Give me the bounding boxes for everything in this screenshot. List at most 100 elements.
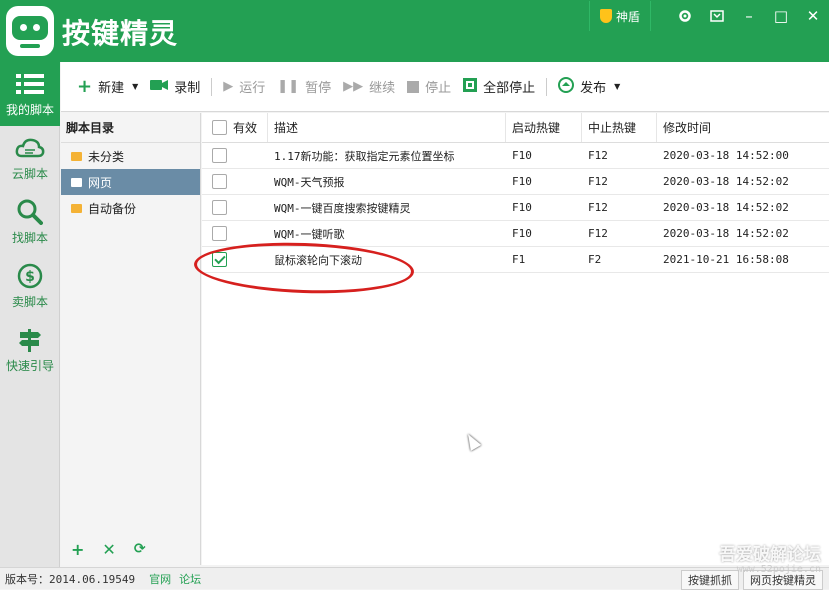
- stop-hotkey-cell: F2: [588, 253, 602, 266]
- shield-button[interactable]: 神盾: [588, 1, 651, 31]
- valid-checkbox[interactable]: [212, 200, 227, 215]
- tab-key-capture[interactable]: 按键抓抓: [681, 570, 739, 590]
- refresh-icon[interactable]: ⟳: [134, 541, 146, 557]
- shield-label: 神盾: [615, 9, 640, 24]
- start-hotkey-cell: F10: [512, 175, 532, 188]
- start-hotkey-cell: F10: [512, 201, 532, 214]
- chevron-down-icon: ▼: [614, 82, 621, 91]
- title-bar: 按键精灵 神盾 – □ ✕: [0, 0, 829, 62]
- nav-quick-guide[interactable]: 快速引导: [0, 318, 60, 382]
- valid-cell: [202, 221, 268, 246]
- stop-button[interactable]: 停止: [401, 72, 457, 102]
- nav-find-scripts[interactable]: 找脚本: [0, 190, 60, 254]
- folder-item[interactable]: 网页: [61, 169, 200, 195]
- list-icon: [15, 71, 45, 97]
- pause-button[interactable]: ❚❚ 暂停: [271, 72, 337, 102]
- column-valid[interactable]: 有效: [202, 113, 268, 142]
- fast-forward-icon: ▶▶: [343, 79, 364, 94]
- table-row[interactable]: 鼠标滚轮向下滚动 F1 F2 2021-10-21 16:58:08: [202, 247, 829, 273]
- valid-checkbox[interactable]: [212, 226, 227, 241]
- stop-all-label: 全部停止: [483, 81, 536, 96]
- table-row[interactable]: 1.17新功能：获取指定元素位置坐标 F10 F12 2020-03-18 14…: [202, 143, 829, 169]
- folder-icon: [71, 203, 82, 213]
- delete-folder-icon[interactable]: ✕: [102, 540, 115, 559]
- minimize-button[interactable]: –: [733, 1, 765, 31]
- toolbar-divider: [546, 77, 548, 96]
- valid-checkbox[interactable]: [212, 174, 227, 189]
- toolbar: + 新建 ▼ 录制 ▶ 运行 ❚❚ 暂停 ▶▶ 继续 停止 全部停止 发布 ▼: [61, 62, 829, 112]
- window-controls: 神盾 – □ ✕: [588, 0, 829, 32]
- column-stop-hotkey[interactable]: 中止热键: [582, 113, 657, 142]
- valid-cell: [202, 169, 268, 194]
- stop-icon: [407, 80, 420, 93]
- plus-icon: +: [77, 76, 93, 97]
- table-row[interactable]: WQM-一键百度搜索按键精灵 F10 F12 2020-03-18 14:52:…: [202, 195, 829, 221]
- shield-icon: [599, 9, 612, 23]
- record-button[interactable]: 录制: [144, 72, 206, 102]
- continue-button[interactable]: ▶▶ 继续: [337, 72, 401, 102]
- valid-checkbox[interactable]: [212, 148, 227, 163]
- time-cell: 2020-03-18 14:52:02: [663, 175, 789, 188]
- valid-checkbox[interactable]: [212, 252, 227, 267]
- script-list: 有效 描述 启动热键 中止热键 修改时间 1.17新功能：获取指定元素位置坐标 …: [202, 113, 829, 565]
- svg-text:$: $: [25, 269, 35, 285]
- table-row[interactable]: WQM-天气预报 F10 F12 2020-03-18 14:52:02: [202, 169, 829, 195]
- folder-item[interactable]: 自动备份: [61, 195, 200, 221]
- stop-hotkey-cell: F12: [588, 201, 608, 214]
- table-header: 有效 描述 启动热键 中止热键 修改时间: [202, 113, 829, 143]
- nav-label: 卖脚本: [11, 294, 48, 309]
- folder-icon: [71, 177, 82, 187]
- run-button[interactable]: ▶ 运行: [217, 72, 271, 102]
- script-directory: 脚本目录 未分类 网页 自动备份 + ✕ ⟳: [61, 113, 201, 565]
- start-hotkey-cell: F10: [512, 227, 532, 240]
- valid-cell: [202, 247, 268, 272]
- stop-all-icon: [463, 77, 478, 96]
- forum-link[interactable]: 论坛: [179, 571, 201, 587]
- column-desc[interactable]: 描述: [268, 113, 506, 142]
- nav-sell-scripts[interactable]: $ 卖脚本: [0, 254, 60, 318]
- folder-icon: [71, 151, 82, 161]
- folder-item[interactable]: 未分类: [61, 143, 200, 169]
- maximize-button[interactable]: □: [765, 1, 797, 31]
- toolbar-divider: [211, 77, 213, 96]
- table-row[interactable]: WQM-一键听歌 F10 F12 2020-03-18 14:52:02: [202, 221, 829, 247]
- chevron-down-icon: ▼: [132, 82, 139, 91]
- upload-icon: [558, 76, 575, 97]
- nav-label: 快速引导: [5, 358, 54, 373]
- close-button[interactable]: ✕: [797, 1, 829, 31]
- time-cell: 2021-10-21 16:58:08: [663, 253, 789, 266]
- skin-icon[interactable]: [701, 1, 733, 31]
- left-nav: 我的脚本 云脚本 找脚本 $ 卖脚本 快速引导: [0, 62, 60, 567]
- camera-icon: [150, 79, 169, 95]
- stop-hotkey-cell: F12: [588, 227, 608, 240]
- valid-cell: [202, 195, 268, 220]
- status-bar: 版本号：2014.06.19549 官网 论坛 按键抓抓 网页按键精灵: [0, 567, 829, 590]
- publish-button[interactable]: 发布 ▼: [552, 72, 626, 102]
- column-start-hotkey[interactable]: 启动热键: [506, 113, 582, 142]
- directory-actions: + ✕ ⟳: [61, 533, 201, 565]
- version-label: 版本号：: [5, 572, 49, 586]
- gear-icon[interactable]: [669, 1, 701, 31]
- official-site-link[interactable]: 官网: [149, 571, 171, 587]
- select-all-checkbox[interactable]: [212, 120, 227, 135]
- start-hotkey-cell: F10: [512, 149, 532, 162]
- desc-cell: WQM-天气预报: [274, 175, 345, 189]
- watermark-url: www.52pojie.cn: [736, 564, 821, 575]
- nav-my-scripts[interactable]: 我的脚本: [0, 62, 60, 126]
- nav-cloud-scripts[interactable]: 云脚本: [0, 126, 60, 190]
- pause-label: 暂停: [305, 81, 332, 96]
- valid-cell: [202, 143, 268, 168]
- add-folder-icon[interactable]: +: [71, 540, 84, 559]
- stop-label: 停止: [425, 81, 452, 96]
- publish-label: 发布: [580, 81, 607, 96]
- new-button[interactable]: + 新建 ▼: [71, 72, 144, 102]
- nav-label: 云脚本: [11, 166, 48, 181]
- stop-all-button[interactable]: 全部停止: [457, 72, 541, 102]
- desc-cell: 1.17新功能：获取指定元素位置坐标: [274, 149, 455, 163]
- column-modified-time[interactable]: 修改时间: [657, 113, 829, 142]
- app-title: 按键精灵: [62, 17, 179, 50]
- folder-label: 自动备份: [88, 201, 137, 216]
- app-logo-icon: [6, 6, 54, 56]
- version-info: 版本号：2014.06.19549: [0, 571, 135, 587]
- folder-label: 网页: [88, 175, 113, 190]
